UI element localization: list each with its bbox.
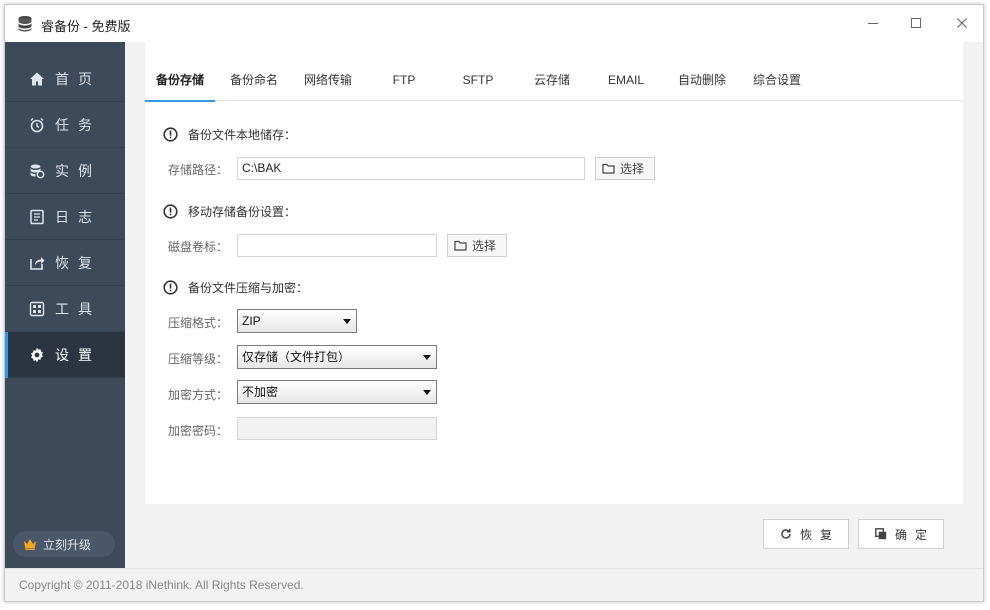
sidebar-item-label: 工具 (55, 300, 101, 317)
tab-network-transfer[interactable]: 网络传输 (293, 60, 363, 101)
close-button[interactable] (949, 11, 975, 35)
sidebar-item-label: 首页 (55, 70, 101, 87)
selected-value: 不加密 (242, 385, 279, 399)
maximize-button[interactable] (903, 11, 929, 35)
storage-path-input[interactable]: C:\BAK (237, 157, 585, 180)
home-icon (29, 71, 45, 87)
tab-cloud-storage[interactable]: 云存储 (517, 60, 587, 101)
sidebar-item-log[interactable]: 日志 (5, 194, 125, 240)
folder-icon (454, 240, 467, 251)
close-icon (957, 18, 967, 28)
sidebar: 首页 任务 实例 日志 恢复 工具 设置 立刻升级 (5, 42, 125, 568)
section-title: 备份文件本地储存： (188, 128, 297, 142)
folder-icon (602, 163, 615, 174)
minimize-icon (868, 23, 878, 24)
tab-auto-delete[interactable]: 自动删除 (667, 60, 737, 101)
main-content: 备份存储 备份命名 网络传输 FTP SFTP 云存储 EMAIL 自动删除 综… (125, 42, 983, 568)
sidebar-item-label: 设置 (55, 346, 101, 363)
section-mobile-storage: 移动存储备份设置： (163, 203, 296, 220)
tab-bar: 备份存储 备份命名 网络传输 FTP SFTP 云存储 EMAIL 自动删除 综… (145, 60, 963, 102)
sidebar-item-home[interactable]: 首页 (5, 56, 125, 102)
tab-backup-naming[interactable]: 备份命名 (219, 60, 289, 101)
compression-level-label: 压缩等级： (168, 352, 229, 366)
tab-backup-storage[interactable]: 备份存储 (145, 60, 215, 102)
clock-icon (29, 117, 45, 133)
tab-general-settings[interactable]: 综合设置 (742, 60, 812, 101)
settings-panel: 备份存储 备份命名 网络传输 FTP SFTP 云存储 EMAIL 自动删除 综… (145, 42, 963, 504)
log-icon (29, 209, 45, 225)
tab-email[interactable]: EMAIL (591, 60, 661, 101)
tools-icon (29, 301, 45, 317)
encryption-password-input[interactable] (237, 417, 437, 440)
confirm-button[interactable]: 确定 (858, 519, 944, 549)
dropdown-arrow-icon (423, 390, 431, 395)
section-local-storage: 备份文件本地储存： (163, 126, 296, 143)
sidebar-item-task[interactable]: 任务 (5, 102, 125, 148)
encryption-password-label: 加密密码： (168, 424, 229, 438)
compression-level-select[interactable]: 仅存储（文件打包） (237, 345, 437, 369)
footer-bar: Copyright © 2011-2018 iNethink. All Righ… (5, 568, 983, 601)
encryption-method-select[interactable]: 不加密 (237, 380, 437, 404)
app-window: 睿备份 - 免费版 首页 任务 实例 日志 恢复 工具 设置 立刻升级 备份存储… (4, 4, 984, 602)
selected-value: ZIP (242, 314, 261, 328)
info-circle-icon (163, 280, 178, 295)
volume-label-label: 磁盘卷标： (168, 240, 229, 254)
window-title: 睿备份 - 免费版 (41, 19, 131, 34)
restore-icon (29, 255, 45, 271)
encryption-method-label: 加密方式： (168, 388, 229, 402)
sidebar-item-settings[interactable]: 设置 (5, 332, 125, 378)
refresh-icon (780, 528, 792, 540)
info-circle-icon (163, 204, 178, 219)
upgrade-button[interactable]: 立刻升级 (13, 531, 115, 557)
sidebar-item-instance[interactable]: 实例 (5, 148, 125, 194)
confirm-label: 确定 (894, 527, 935, 542)
sidebar-item-label: 恢复 (55, 254, 101, 271)
sidebar-item-label: 任务 (55, 116, 101, 133)
restore-button[interactable]: 恢复 (763, 519, 849, 549)
browse-label: 选择 (620, 162, 645, 176)
gear-icon (29, 347, 45, 363)
info-circle-icon (163, 127, 178, 142)
volume-label-input[interactable] (237, 234, 437, 257)
maximize-icon (911, 18, 921, 28)
tab-ftp[interactable]: FTP (369, 60, 439, 101)
compression-format-select[interactable]: ZIP (237, 309, 357, 333)
section-compression: 备份文件压缩与加密： (163, 279, 308, 296)
sidebar-item-restore[interactable]: 恢复 (5, 240, 125, 286)
restore-label: 恢复 (799, 527, 840, 542)
storage-path-browse-button[interactable]: 选择 (595, 157, 655, 180)
selected-value: 仅存储（文件打包） (242, 350, 351, 364)
volume-browse-button[interactable]: 选择 (447, 234, 507, 257)
sidebar-item-label: 实例 (55, 162, 101, 179)
crown-icon (23, 538, 37, 550)
sidebar-item-label: 日志 (55, 208, 101, 225)
save-icon (875, 528, 887, 540)
compression-format-label: 压缩格式： (168, 316, 229, 330)
dropdown-arrow-icon (423, 355, 431, 360)
section-title: 移动存储备份设置： (188, 205, 297, 219)
section-title: 备份文件压缩与加密： (188, 281, 309, 295)
database-icon (29, 163, 45, 179)
tab-sftp[interactable]: SFTP (443, 60, 513, 101)
database-logo-icon (18, 16, 32, 32)
dropdown-arrow-icon (343, 319, 351, 324)
minimize-button[interactable] (860, 11, 886, 35)
sidebar-item-tools[interactable]: 工具 (5, 286, 125, 332)
title-bar: 睿备份 - 免费版 (5, 5, 983, 42)
upgrade-label: 立刻升级 (43, 537, 92, 552)
copyright-text: Copyright © 2011-2018 iNethink. All Righ… (19, 578, 304, 592)
browse-label: 选择 (472, 239, 497, 253)
storage-path-label: 存储路径： (168, 163, 229, 177)
